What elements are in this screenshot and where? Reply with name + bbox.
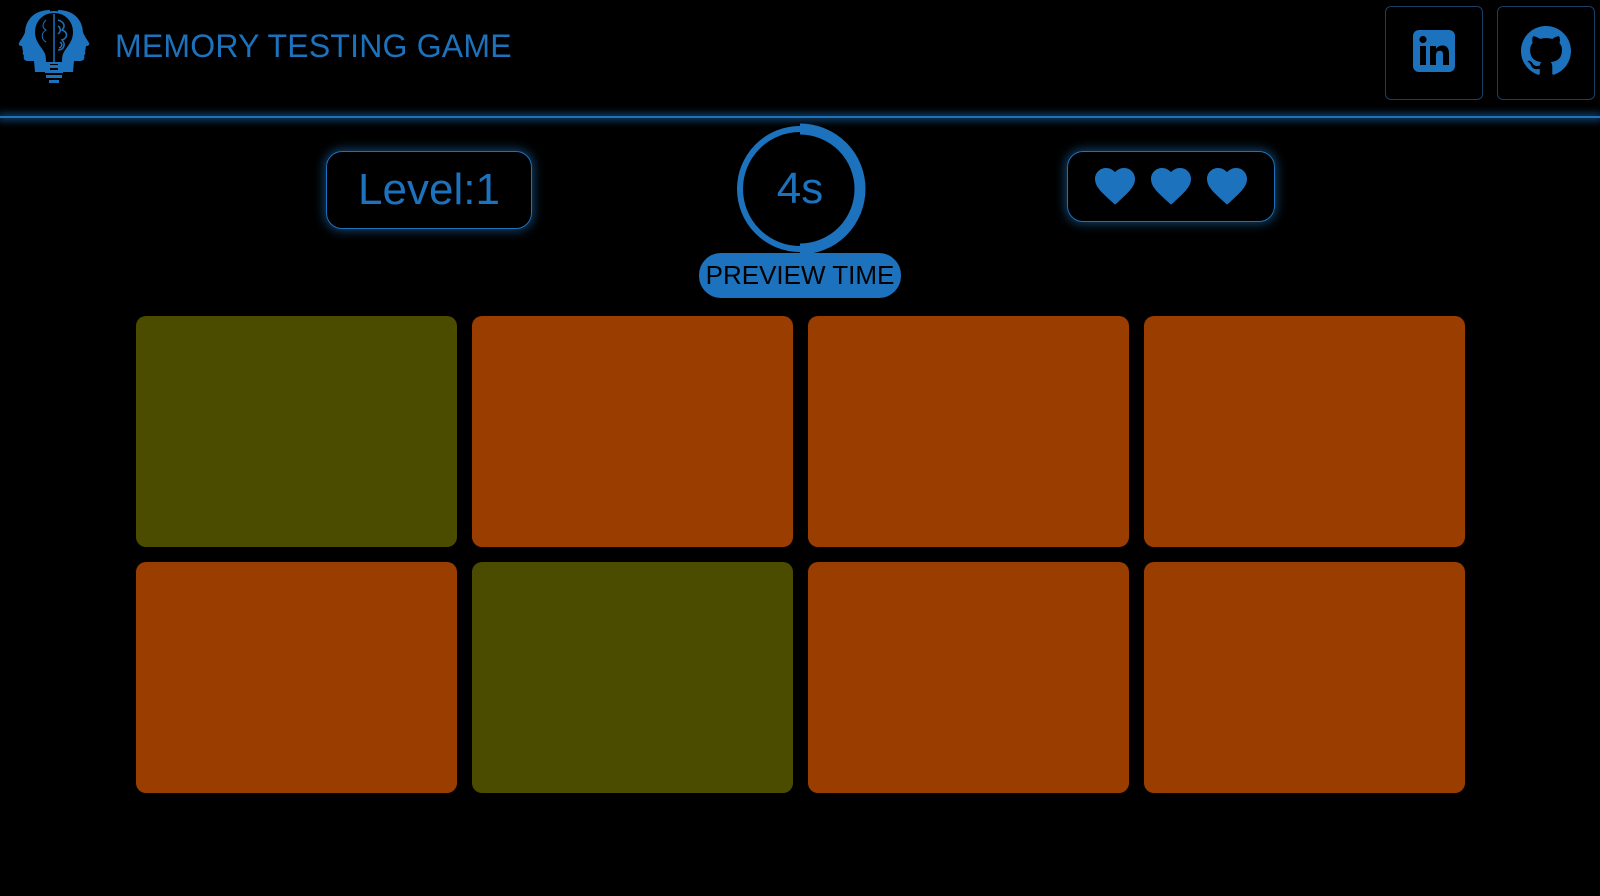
lives-indicator [1067,151,1275,222]
header: MEMORY TESTING GAME [0,0,1600,116]
tile-grid [136,316,1465,793]
memory-tile-8[interactable] [1144,562,1465,793]
memory-tile-5[interactable] [136,562,457,793]
header-divider [0,116,1600,118]
memory-tile-4[interactable] [1144,316,1465,547]
countdown-timer: 4s [734,123,866,255]
memory-tile-7[interactable] [808,562,1129,793]
timer-value: 4s [776,164,824,213]
memory-tile-2[interactable] [472,316,793,547]
heart-icon [1203,162,1251,211]
linkedin-icon [1412,29,1456,78]
github-icon [1521,25,1571,81]
memory-tile-3[interactable] [808,316,1129,547]
linkedin-button[interactable] [1385,6,1483,100]
heart-icon [1091,162,1139,211]
memory-tile-6[interactable] [472,562,793,793]
memory-tile-1[interactable] [136,316,457,547]
app-title: MEMORY TESTING GAME [115,28,512,64]
github-button[interactable] [1497,6,1595,100]
phase-label: PREVIEW TIME [699,253,901,298]
heart-icon [1147,162,1195,211]
level-indicator: Level:1 [326,151,532,229]
brain-head-logo-icon [6,6,102,90]
